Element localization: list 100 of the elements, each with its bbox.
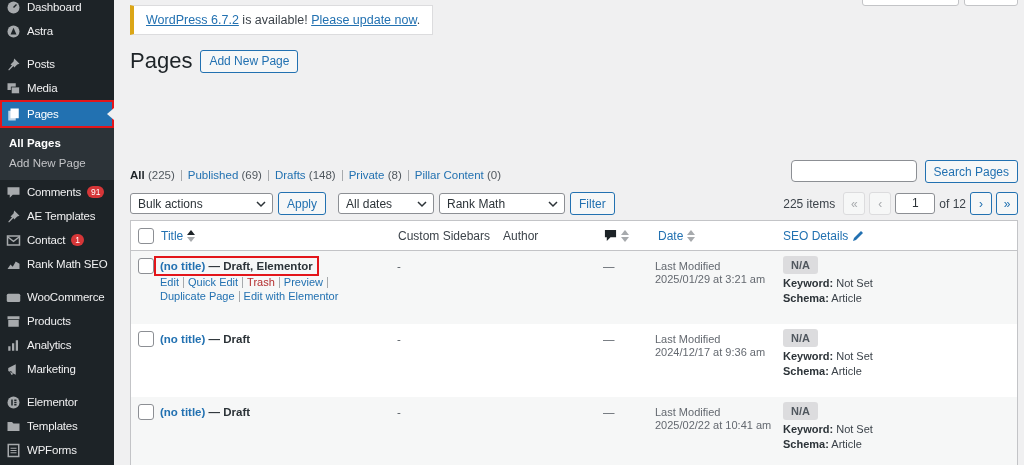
page-title: Pages: [130, 48, 193, 74]
circle-logo-icon: [6, 394, 21, 410]
submenu-item[interactable]: All Pages: [0, 133, 114, 153]
keyword-text: Keyword: Not Set: [783, 423, 873, 435]
bar-chart-icon: [6, 337, 21, 353]
sidebar-menu-item[interactable]: Dashboard: [0, 0, 114, 19]
chevron-down-icon: [256, 198, 266, 209]
seo-score-badge: N/A: [783, 402, 818, 420]
add-new-page-button[interactable]: Add New Page: [200, 49, 299, 73]
submenu-item[interactable]: Add New Page: [0, 153, 114, 173]
sidebar-menu-item[interactable]: Posts: [0, 52, 114, 76]
row-checkbox[interactable]: [138, 331, 154, 347]
triangle-circle-icon: [6, 23, 21, 39]
items-count: 225 items: [783, 196, 836, 211]
row-action-link[interactable]: Quick Edit: [187, 276, 239, 288]
date-value: 2024/12/17 at 9:36 am: [655, 346, 767, 358]
column-header: Custom Sidebars: [398, 228, 491, 243]
envelope-icon: [6, 232, 21, 248]
schema-text: Schema: Article: [783, 438, 862, 450]
sidebar-menu-item[interactable]: Products: [0, 309, 114, 333]
sidebar-menu-item[interactable]: AE Templates: [0, 204, 114, 228]
keyword-text: Keyword: Not Set: [783, 350, 873, 362]
row-action-link[interactable]: Edit with Elementor: [243, 290, 339, 302]
pages-icon: [6, 106, 21, 122]
schema-text: Schema: Article: [783, 292, 862, 304]
page-total: of 12: [939, 196, 966, 211]
update-link[interactable]: Please update now: [311, 13, 417, 27]
pagination-button[interactable]: »: [996, 192, 1018, 215]
table-cell-text: -: [396, 259, 402, 274]
sidebar-menu-item[interactable]: Contact 1: [0, 228, 114, 252]
row-checkbox[interactable]: [138, 404, 154, 420]
table-cell-text: —: [602, 259, 616, 274]
sidebar-menu-item[interactable]: WPForms: [0, 438, 114, 462]
date-label: Last Modified: [655, 260, 722, 272]
speech-bubble-icon: [6, 184, 21, 200]
column-header-link[interactable]: SEO Details: [783, 228, 849, 243]
row-action-link[interactable]: Duplicate Page: [160, 290, 235, 302]
sidebar-menu-item[interactable]: Analytics: [0, 333, 114, 357]
schema-text: Schema: Article: [783, 365, 862, 377]
page-title-link[interactable]: (no title): [160, 406, 206, 418]
chevron-down-icon: [548, 198, 559, 209]
archive-box-icon: [6, 313, 21, 329]
update-link[interactable]: WordPress 6.7.2: [146, 13, 239, 27]
speech-bubble-icon: [604, 229, 617, 242]
view-filter-link[interactable]: Published (69): [187, 169, 262, 181]
media-icon: [6, 80, 21, 96]
sidebar-menu-item[interactable]: WooCommerce: [0, 285, 114, 309]
search-button[interactable]: Search Pages: [924, 160, 1018, 183]
pencil-icon[interactable]: [852, 229, 865, 242]
form-icon: [6, 442, 21, 458]
view-filter-link[interactable]: Drafts (148): [274, 169, 336, 181]
table-cell-text: -: [396, 332, 402, 347]
sort-arrows-icon: [621, 229, 629, 242]
column-sort-link[interactable]: Date: [658, 228, 684, 243]
select-all-checkbox[interactable]: [138, 227, 154, 244]
column-header: Author: [503, 228, 539, 243]
pin-icon: [6, 56, 21, 72]
sidebar-menu-item[interactable]: Marketing: [0, 357, 114, 381]
row-action-link[interactable]: Edit: [160, 276, 179, 288]
row-checkbox[interactable]: [138, 258, 154, 274]
search-field[interactable]: [790, 160, 917, 182]
page-title-link[interactable]: (no title): [160, 260, 206, 272]
page-title-cell-text: (no title) — Draft: [159, 405, 252, 420]
row-action-link[interactable]: Trash: [247, 276, 275, 288]
sidebar-menu-item[interactable]: Astra: [0, 19, 114, 43]
row-action-link[interactable]: Preview: [283, 276, 323, 288]
page-title-cell: (no title) — Draft, Elementor: [156, 258, 317, 274]
bulk-actions-dropdown[interactable]: Bulk actions: [130, 193, 273, 214]
dates-dropdown[interactable]: All dates: [338, 193, 435, 214]
pagination-button[interactable]: ›: [970, 192, 992, 215]
seo-score-badge: N/A: [783, 329, 818, 347]
keyword-text: Keyword: Not Set: [783, 277, 873, 289]
date-label: Last Modified: [655, 333, 722, 345]
sidebar-menu-item[interactable]: Rank Math SEO: [0, 252, 114, 276]
count-badge: 91: [87, 186, 105, 198]
sidebar-menu-item[interactable]: Comments 91: [0, 180, 114, 204]
sidebar-menu-item[interactable]: Pages: [0, 100, 114, 128]
page-title-cell-text: (no title) — Draft: [159, 332, 252, 347]
count-badge: 1: [71, 234, 84, 246]
current-pointer: [107, 108, 114, 120]
sidebar-menu-item[interactable]: Media: [0, 76, 114, 100]
column-sort-link[interactable]: Title: [161, 228, 184, 243]
rank-math-dropdown[interactable]: Rank Math: [439, 193, 566, 214]
sidebar-menu-item[interactable]: Templates: [0, 414, 114, 438]
date-value: 2025/01/29 at 3:21 am: [655, 273, 767, 285]
sidebar-menu-item[interactable]: Elementor: [0, 390, 114, 414]
view-filter-link[interactable]: Pillar Content (0): [414, 169, 502, 181]
page-number-field[interactable]: 1: [895, 193, 936, 214]
table-cell-text: -: [396, 405, 402, 420]
table-cell-text: —: [602, 405, 616, 420]
date-value: 2025/02/22 at 10:41 am: [655, 419, 773, 431]
apply-button[interactable]: Apply: [278, 192, 327, 215]
view-filter-link[interactable]: Private (8): [348, 169, 402, 181]
pin-icon: [6, 208, 21, 224]
chevron-down-icon: [417, 198, 428, 209]
view-filter-link[interactable]: All (225): [130, 169, 175, 181]
date-label: Last Modified: [655, 406, 722, 418]
filter-button[interactable]: Filter: [570, 192, 615, 215]
update-notice: WordPress 6.7.2 is available! Please update now.: [130, 5, 434, 35]
page-title-link[interactable]: (no title): [160, 333, 206, 345]
